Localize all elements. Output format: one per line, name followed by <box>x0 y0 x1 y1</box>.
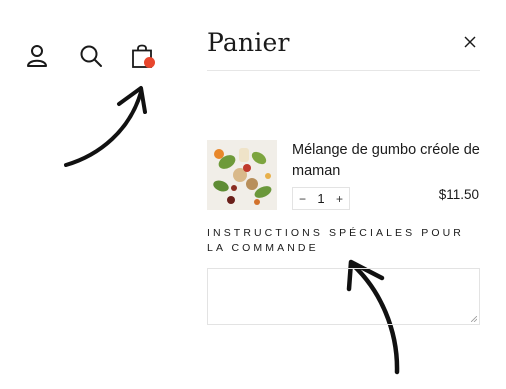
product-name[interactable]: Mélange de gumbo créole de maman <box>292 140 480 182</box>
cart-drawer: Panier Mélange de gumbo créole de maman … <box>207 0 480 389</box>
cart-line-item: Mélange de gumbo créole de maman − 1 + $… <box>207 140 480 212</box>
resize-handle-icon[interactable] <box>471 316 477 322</box>
increase-quantity-button[interactable]: + <box>336 192 343 206</box>
order-instructions-field[interactable] <box>207 268 480 325</box>
quantity-stepper: − 1 + <box>292 187 350 210</box>
item-price: $11.50 <box>438 187 479 202</box>
quantity-value[interactable]: 1 <box>317 191 324 206</box>
product-image[interactable] <box>207 140 277 210</box>
order-instructions-label: INSTRUCTIONS SPÉCIALES POUR LA COMMANDE <box>207 227 464 254</box>
cart-title: Panier <box>207 28 290 57</box>
decrease-quantity-button[interactable]: − <box>299 192 306 206</box>
close-icon[interactable] <box>464 36 476 48</box>
spice-mix-photo <box>207 140 277 210</box>
header-divider <box>207 70 480 71</box>
